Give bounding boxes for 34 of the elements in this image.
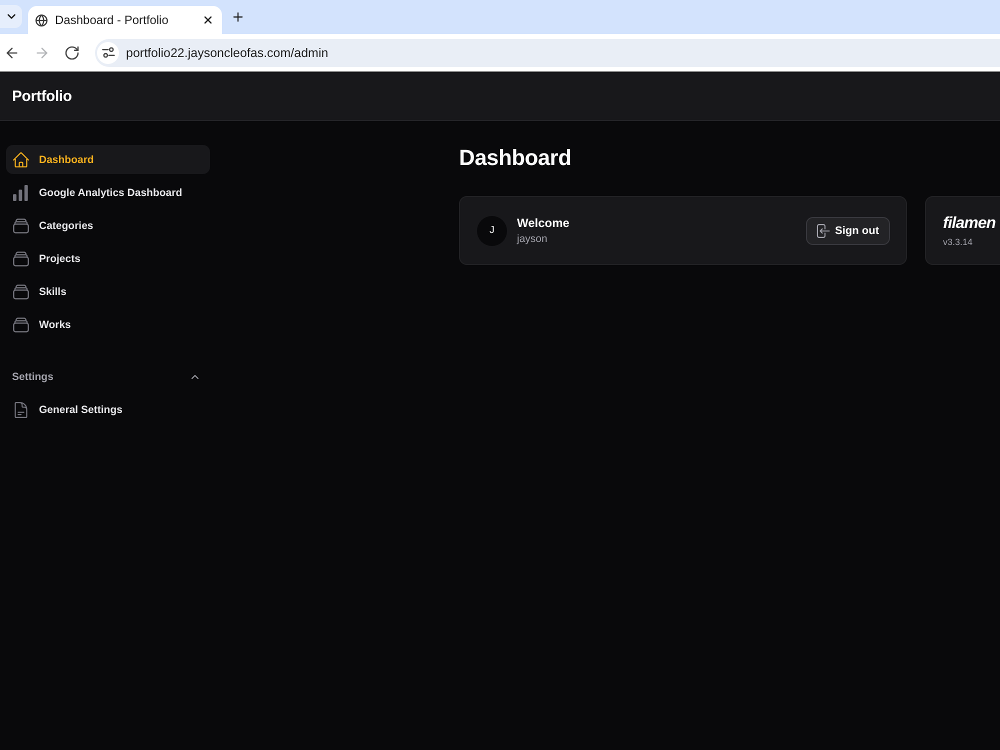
address-bar[interactable]: portfolio22.jaysoncleofas.com/admin [95,38,1000,66]
rectangle-stack-icon [13,218,29,234]
document-icon [13,402,29,418]
group-header[interactable]: Settings [6,362,210,391]
logo-text[interactable]: filamen [943,214,996,232]
home-icon [13,152,29,168]
rectangle-stack-icon [13,284,29,300]
version-text: v3.3.14 [943,236,973,248]
forward-arrow-icon [34,44,50,60]
sidebar-item[interactable]: Projects [6,244,210,273]
rectangle-stack-icon [13,250,29,266]
page-heading: Dashboard [459,145,572,171]
sidebar-item[interactable]: General Settings [6,395,210,424]
welcome-title: Welcome [517,216,570,230]
sidebar-item[interactable]: Dashboard [6,145,210,174]
user-name: jayson [517,232,548,246]
tab-list-button[interactable] [0,5,22,28]
sidebar-item[interactable]: Works [6,310,210,339]
plus-icon [231,10,245,24]
globe-icon [35,14,48,26]
bar-chart-icon [13,184,29,200]
sign-out-button[interactable]: Sign out [806,216,890,244]
brand-name[interactable]: Portfolio [12,88,72,104]
rectangle-stack-icon [13,316,29,332]
close-icon [202,14,214,26]
reload-icon [64,44,80,60]
avatar: J [477,216,507,246]
sign-out-icon [816,224,830,238]
tune-icon [102,47,114,58]
sidebar-item[interactable]: Skills [6,277,210,306]
browser-tab[interactable]: Dashboard - Portfolio [28,6,222,34]
site-info-button[interactable] [97,42,119,64]
sidebar-item[interactable]: Google Analytics Dashboard [6,178,210,207]
sidebar-item[interactable]: Categories [6,211,210,240]
